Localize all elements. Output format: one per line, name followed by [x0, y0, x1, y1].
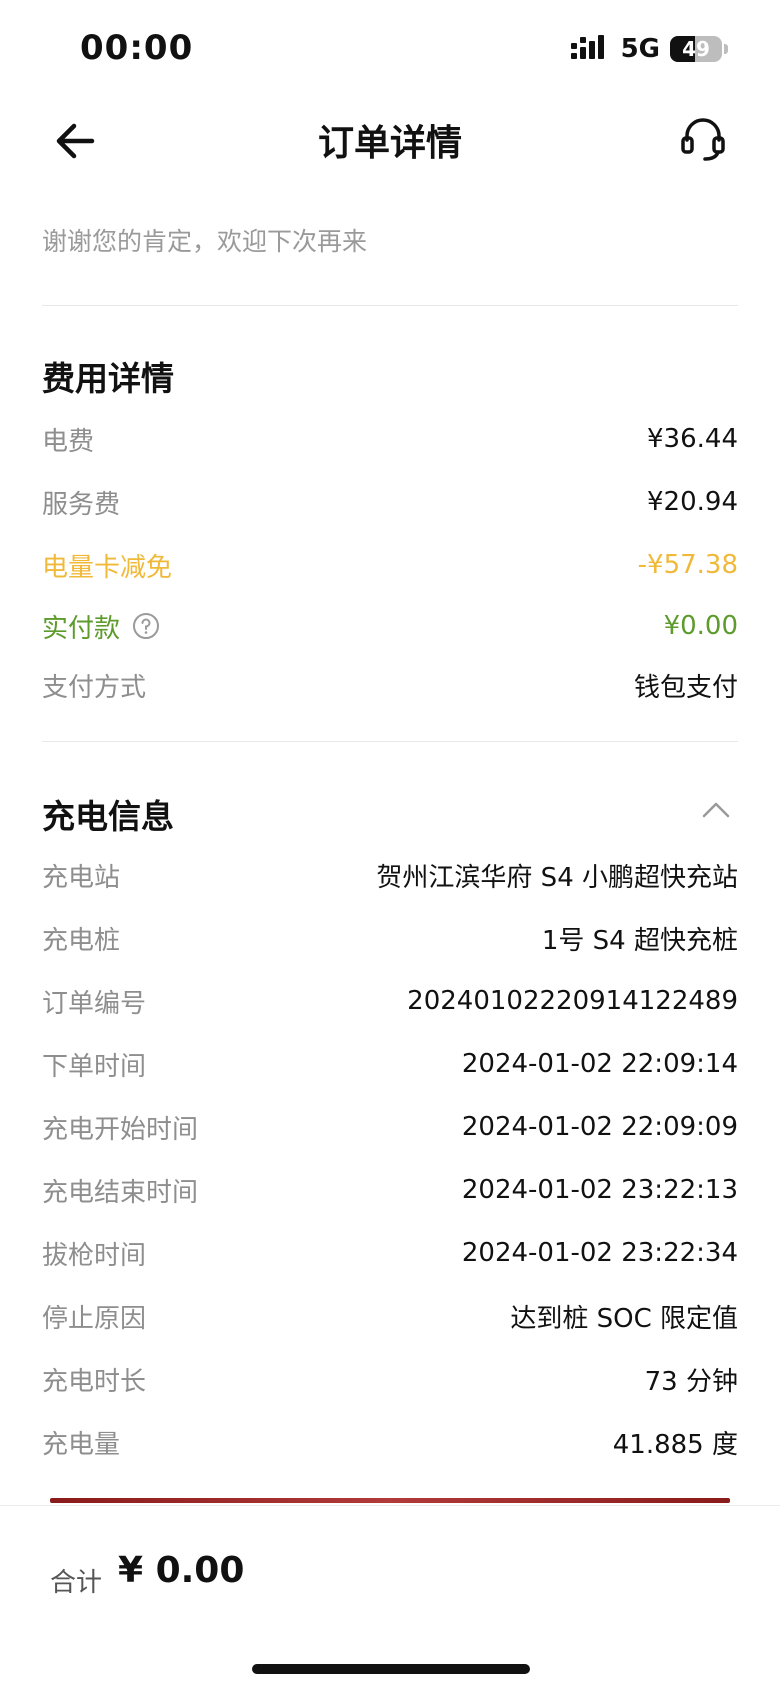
paid-label-text: 实付款 [42, 613, 121, 644]
discount-value: -¥57.38 [637, 550, 738, 580]
thanks-message: 谢谢您的肯定，欢迎下次再来 [42, 227, 368, 256]
battery-icon: 49 [670, 36, 722, 62]
info-label: 充电桩 [42, 925, 121, 956]
fee-row-payment-method: 支付方式 钱包支付 [42, 665, 738, 705]
chevron-up-icon[interactable] [698, 792, 734, 828]
info-value: 2024-01-02 23:22:34 [461, 1238, 738, 1268]
fee-label: 服务费 [42, 489, 121, 520]
info-value: 1号 S4 超快充桩 [541, 925, 738, 956]
info-value: 41.885 度 [612, 1429, 738, 1460]
fee-details-title: 费用详情 [42, 359, 174, 398]
info-label: 订单编号 [42, 988, 147, 1019]
battery-cap [724, 44, 728, 54]
fee-row-electricity: 电费 ¥36.44 [42, 419, 738, 459]
info-label: 充电量 [42, 1429, 121, 1460]
info-row-order-number: 订单编号 20240102220914122489 [42, 981, 738, 1021]
info-row-order-time: 下单时间 2024-01-02 22:09:14 [42, 1044, 738, 1084]
status-indicators: 5G 49 [569, 34, 728, 64]
fee-row-discount: 电量卡减免 -¥57.38 [42, 545, 738, 585]
fee-row-paid: 实付款 ¥0.00 [42, 606, 738, 646]
info-row-end-time: 充电结束时间 2024-01-02 23:22:13 [42, 1170, 738, 1210]
info-row-duration: 充电时长 73 分钟 [42, 1359, 738, 1399]
info-row-start-time: 充电开始时间 2024-01-02 22:09:09 [42, 1107, 738, 1147]
info-value: 2024-01-02 22:09:14 [461, 1049, 738, 1079]
fee-row-service: 服务费 ¥20.94 [42, 482, 738, 522]
fee-value: ¥36.44 [647, 424, 738, 454]
status-time: 00:00 [80, 28, 194, 68]
footer-bar: 合计 ¥ 0.00 [0, 1505, 780, 1689]
divider [42, 305, 738, 306]
info-label: 充电开始时间 [42, 1114, 199, 1145]
fee-label: 支付方式 [42, 672, 147, 703]
info-value: 贺州江滨华府 S4 小鹏超快充站 [376, 862, 738, 893]
info-label: 拔枪时间 [42, 1240, 147, 1271]
home-indicator[interactable] [252, 1664, 530, 1674]
info-label: 充电站 [42, 862, 121, 893]
battery-level: 49 [682, 37, 710, 61]
total-label: 合计 [50, 1568, 103, 1598]
info-label: 充电时长 [42, 1366, 147, 1397]
paid-label: 实付款 [42, 608, 160, 645]
charge-info-title: 充电信息 [42, 797, 174, 836]
info-value: 20240102220914122489 [407, 986, 738, 1016]
info-label: 下单时间 [42, 1051, 147, 1082]
info-value: 73 分钟 [644, 1366, 738, 1397]
info-value: 达到桩 SOC 限定值 [510, 1303, 738, 1334]
network-type: 5G [620, 34, 660, 64]
status-bar: 00:00 5G 49 [0, 0, 780, 100]
info-row-energy: 充电量 41.885 度 [42, 1422, 738, 1462]
discount-label: 电量卡减免 [42, 552, 173, 583]
footer-accent-bar [50, 1498, 730, 1503]
divider [42, 741, 738, 742]
headset-icon[interactable] [678, 114, 728, 164]
info-row-stop-reason: 停止原因 达到桩 SOC 限定值 [42, 1296, 738, 1336]
info-row-charger: 充电桩 1号 S4 超快充桩 [42, 918, 738, 958]
fee-value: 钱包支付 [633, 672, 738, 703]
page-title: 订单详情 [317, 123, 462, 164]
info-value: 2024-01-02 23:22:13 [461, 1175, 738, 1205]
nav-bar: 订单详情 [0, 100, 780, 180]
paid-value: ¥0.00 [663, 611, 738, 641]
info-label: 充电结束时间 [42, 1177, 199, 1208]
signal-icon [570, 35, 604, 59]
info-label: 停止原因 [42, 1303, 147, 1334]
total-value: ¥ 0.00 [118, 1550, 245, 1591]
fee-label: 电费 [42, 426, 95, 457]
info-row-station: 充电站 贺州江滨华府 S4 小鹏超快充站 [42, 855, 738, 895]
info-value: 2024-01-02 22:09:09 [461, 1112, 738, 1142]
fee-value: ¥20.94 [647, 487, 738, 517]
help-icon[interactable] [132, 612, 160, 640]
info-row-unplug-time: 拔枪时间 2024-01-02 23:22:34 [42, 1233, 738, 1273]
